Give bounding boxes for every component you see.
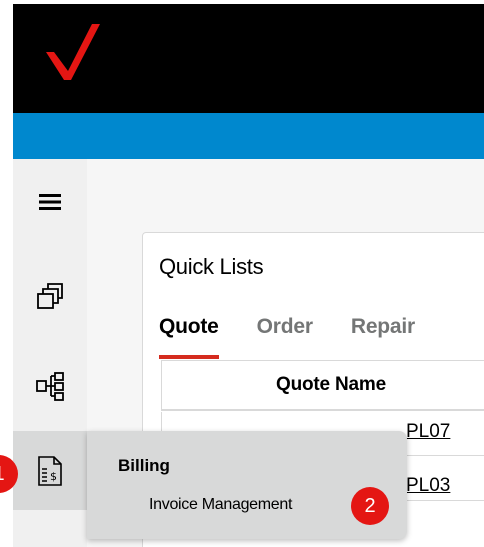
top-header-bar [13,4,484,113]
accent-navigation-bar [13,113,484,159]
sidebar-item-billing[interactable]: $ [13,431,87,510]
step-badge-2: 2 [351,487,389,525]
billing-document-icon: $ [38,455,62,486]
quick-lists-tabs: Quote Order Repair [159,315,415,359]
svg-text:$: $ [50,470,57,483]
column-header-quote-name[interactable]: Quote Name [161,360,484,411]
invoice-management-menu-item[interactable]: Invoice Management [149,496,292,514]
quote-link[interactable]: PL03 [406,475,450,497]
stacked-windows-icon[interactable] [35,281,65,311]
hamburger-menu-icon[interactable] [35,187,65,217]
verizon-checkmark-logo[interactable] [43,22,103,84]
column-header-label: Quote Name [276,374,386,395]
tab-order[interactable]: Order [257,315,313,355]
tab-repair[interactable]: Repair [351,315,415,355]
billing-menu-title: Billing [118,456,170,475]
panel-title: Quick Lists [159,254,264,279]
hierarchy-tree-icon[interactable] [35,371,65,401]
quote-link[interactable]: PL07 [406,421,450,443]
billing-flyout-menu: Billing Invoice Management [87,431,407,539]
tab-quote[interactable]: Quote [159,315,219,359]
